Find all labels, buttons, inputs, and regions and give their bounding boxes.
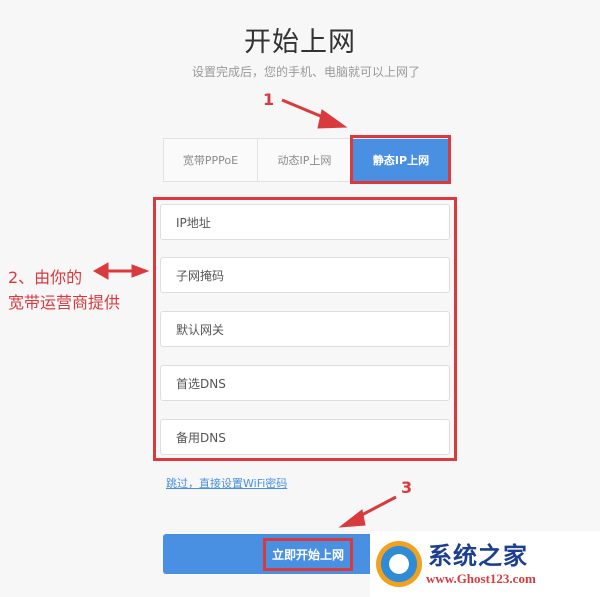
annotation-step-2-line1: 2、由你的 [8,268,83,287]
watermark-url: www.Ghost123.com [426,571,536,586]
arrow-step-1-icon [281,98,348,129]
ip-address-input[interactable]: IP地址 [160,204,450,240]
start-internet-button-label: 立即开始上网 [262,537,353,571]
secondary-dns-input[interactable]: 备用DNS [160,419,450,455]
skip-to-wifi-link[interactable]: 跳过，直接设置WiFi密码 [166,475,287,491]
arrow-step-3-icon [338,495,397,528]
watermark-logo: 系统之家 www.Ghost123.com [370,531,600,597]
annotation-step-3: 3 [401,478,413,497]
primary-dns-input[interactable]: 首选DNS [160,365,450,401]
logo-icon [376,541,422,587]
default-gateway-input[interactable]: 默认网关 [160,311,450,347]
tab-dynamic-ip[interactable]: 动态IP上网 [258,139,352,181]
tab-pppoe[interactable]: 宽带PPPoE [164,139,258,181]
page-subtitle: 设置完成后，您的手机、电脑就可以上网了 [191,65,420,79]
subnet-mask-input[interactable]: 子网掩码 [160,257,450,293]
tab-highlight-box [350,135,451,184]
arrow-step-2-icon [92,262,150,280]
watermark-title: 系统之家 [428,541,528,570]
annotation-step-1: 1 [263,90,275,109]
page-title: 开始上网 [244,27,356,58]
annotation-step-2-line2: 宽带运营商提供 [8,293,121,312]
